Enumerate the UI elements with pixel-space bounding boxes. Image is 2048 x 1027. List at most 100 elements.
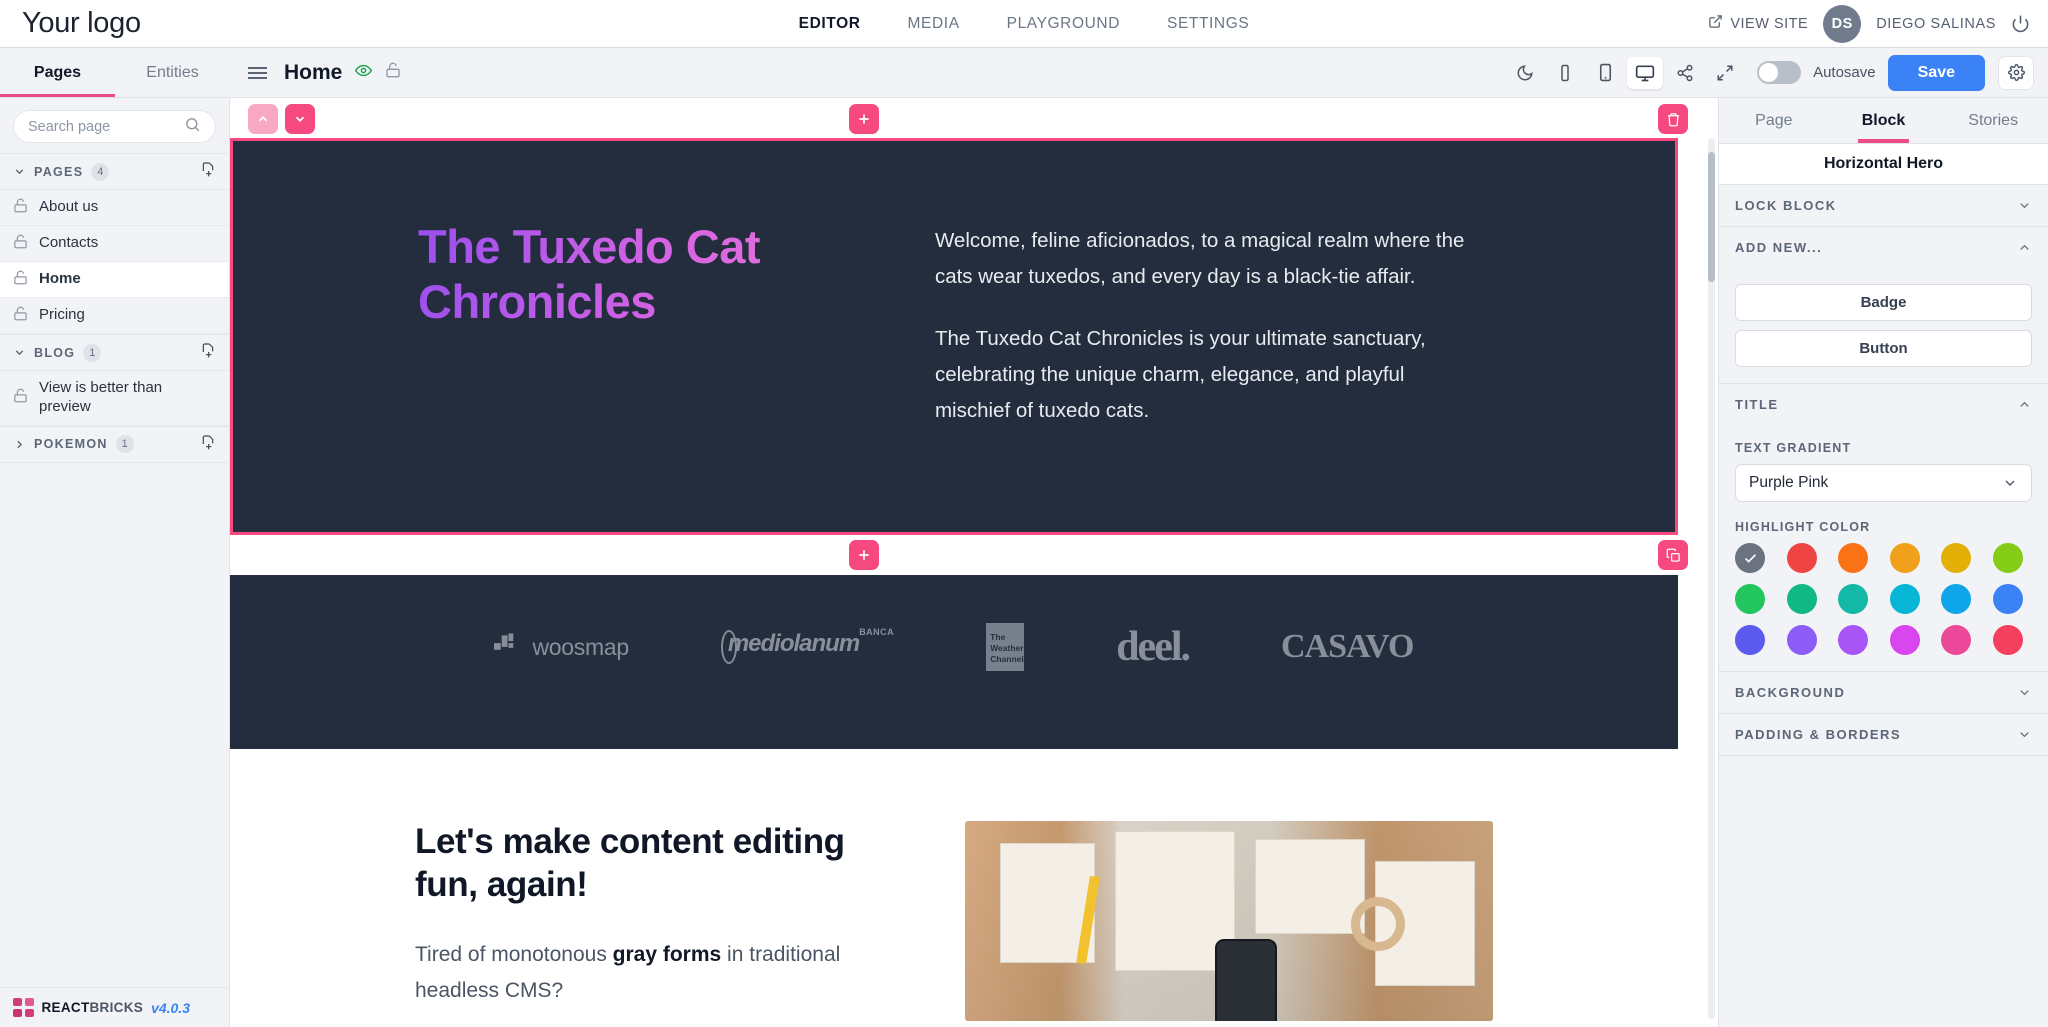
canvas-scroll-area: The Tuxedo Cat Chronicles Welcome, felin…	[230, 98, 1718, 1027]
hero-paragraph-2[interactable]: The Tuxedo Cat Chronicles is your ultima…	[935, 321, 1475, 429]
logos-row: woosmap mediolanum BANCA The Weather Cha…	[230, 623, 1678, 672]
color-swatch[interactable]	[1992, 543, 2023, 573]
hero-paragraph-1[interactable]: Welcome, feline aficionados, to a magica…	[935, 223, 1475, 295]
sidebar-item-pricing[interactable]: Pricing	[0, 298, 229, 334]
view-site-button[interactable]: VIEW SITE	[1708, 14, 1808, 33]
add-page-icon[interactable]	[200, 434, 216, 455]
unlock-icon	[13, 388, 28, 407]
color-swatch[interactable]	[1786, 543, 1817, 573]
highlight-color-swatches	[1735, 543, 2032, 655]
tab-page[interactable]: Page	[1719, 98, 1829, 143]
desktop-icon[interactable]	[1627, 56, 1664, 89]
add-page-icon[interactable]	[200, 161, 216, 182]
accordion-lock-block[interactable]: LOCK BLOCK	[1719, 185, 2048, 227]
sidebar-item-view-is-better-than-preview[interactable]: View is better than preview	[0, 371, 229, 426]
block-content-intro[interactable]: Let's make content editing fun, again! T…	[230, 749, 1678, 1022]
duplicate-block-button[interactable]	[1658, 540, 1688, 571]
color-swatch[interactable]	[1941, 543, 1971, 573]
color-swatch[interactable]	[1735, 625, 1765, 655]
nav-item-editor[interactable]: EDITOR	[799, 15, 861, 33]
accordion-add-new[interactable]: ADD NEW...	[1719, 227, 2048, 268]
content-left-column: Let's make content editing fun, again! T…	[415, 821, 905, 1021]
sidebar-item-label: Pricing	[39, 306, 85, 324]
move-block-down-button[interactable]	[285, 104, 315, 134]
color-swatch[interactable]	[1786, 625, 1817, 655]
move-block-up-button[interactable]	[248, 104, 278, 134]
selected-block-name: Horizontal Hero	[1719, 144, 2048, 185]
color-swatch[interactable]	[1838, 625, 1868, 655]
color-swatch[interactable]	[1941, 584, 1971, 614]
color-swatch[interactable]	[1992, 584, 2023, 614]
content-heading[interactable]: Let's make content editing fun, again!	[415, 821, 905, 906]
text-gradient-select[interactable]: Purple Pink	[1735, 464, 2032, 502]
add-button-button[interactable]: Button	[1735, 330, 2032, 367]
fullscreen-icon[interactable]	[1707, 57, 1743, 89]
avatar[interactable]: DS	[1823, 4, 1862, 43]
power-icon[interactable]	[2011, 14, 2030, 33]
unlock-icon[interactable]	[385, 62, 401, 83]
sidebar-item-contacts[interactable]: Contacts	[0, 226, 229, 262]
gear-icon[interactable]	[1998, 55, 2034, 90]
nav-item-media[interactable]: MEDIA	[908, 15, 960, 33]
search-box[interactable]	[13, 110, 216, 143]
autosave-toggle[interactable]	[1757, 61, 1802, 84]
canvas-scrollbar[interactable]	[1708, 138, 1715, 1019]
color-swatch[interactable]	[1992, 625, 2023, 655]
add-block-button-top[interactable]	[849, 104, 879, 134]
search-icon	[184, 116, 201, 138]
accordion-title-padding-borders: PADDING & BORDERS	[1735, 727, 1902, 742]
group-header-pokemon[interactable]: POKEMON 1	[0, 425, 229, 463]
group-header-blog[interactable]: BLOG 1	[0, 334, 229, 371]
tab-entities[interactable]: Entities	[115, 48, 230, 97]
app-body: PAGES 4 About us Contacts Home Pricing	[0, 98, 2048, 1027]
hero-title[interactable]: The Tuxedo Cat Chronicles	[418, 219, 899, 330]
mobile-icon[interactable]	[1547, 57, 1583, 89]
accordion-padding-borders[interactable]: PADDING & BORDERS	[1719, 714, 2048, 756]
username-label: DIEGO SALINAS	[1876, 15, 1996, 32]
group-header-pages[interactable]: PAGES 4	[0, 153, 229, 190]
chevron-up-icon	[2017, 240, 2032, 255]
tab-block[interactable]: Block	[1829, 98, 1939, 143]
chevron-down-icon	[13, 346, 26, 359]
content-image[interactable]	[965, 821, 1493, 1022]
delete-block-button[interactable]	[1658, 104, 1688, 134]
version-label: v4.0.3	[151, 999, 190, 1016]
accordion-background[interactable]: BACKGROUND	[1719, 672, 2048, 714]
search-input[interactable]	[28, 118, 184, 135]
tab-stories[interactable]: Stories	[1938, 98, 2048, 143]
editor-canvas[interactable]: The Tuxedo Cat Chronicles Welcome, felin…	[230, 98, 1718, 1027]
tablet-icon[interactable]	[1587, 57, 1623, 89]
nav-item-settings[interactable]: SETTINGS	[1167, 15, 1249, 33]
accordion-title[interactable]: TITLE	[1719, 384, 2048, 425]
editor-toolbar: Pages Entities Home Autosave Save	[0, 48, 2048, 98]
color-swatch[interactable]	[1838, 584, 1868, 614]
add-page-icon[interactable]	[200, 342, 216, 363]
group-count-blog: 1	[83, 343, 102, 362]
color-swatch[interactable]	[1889, 543, 1920, 573]
color-swatch[interactable]	[1889, 625, 1920, 655]
dark-mode-icon[interactable]	[1507, 57, 1543, 89]
color-swatch[interactable]	[1735, 584, 1765, 614]
hamburger-icon[interactable]	[244, 63, 271, 83]
sidebar-item-about-us[interactable]: About us	[0, 190, 229, 226]
tab-pages[interactable]: Pages	[0, 48, 115, 97]
nav-item-playground[interactable]: PLAYGROUND	[1007, 15, 1120, 33]
block-horizontal-hero[interactable]: The Tuxedo Cat Chronicles Welcome, felin…	[230, 138, 1678, 536]
toolbar-left: Home	[230, 48, 1507, 97]
color-swatch[interactable]	[1941, 625, 1971, 655]
canvas-scrollbar-thumb[interactable]	[1708, 152, 1715, 282]
add-block-button-middle[interactable]	[849, 540, 879, 571]
color-swatch[interactable]	[1838, 543, 1868, 573]
content-paragraph[interactable]: Tired of monotonous gray forms in tradit…	[415, 937, 905, 1009]
save-button[interactable]: Save	[1887, 54, 1985, 91]
color-swatch[interactable]	[1889, 584, 1920, 614]
chevron-down-icon	[2002, 475, 2018, 491]
color-swatch[interactable]	[1786, 584, 1817, 614]
sidebar-item-label: Home	[39, 270, 81, 288]
eye-icon[interactable]	[355, 62, 373, 84]
sidebar-item-home[interactable]: Home	[0, 262, 229, 298]
color-swatch-selected[interactable]	[1735, 543, 1765, 573]
add-badge-button[interactable]: Badge	[1735, 284, 2032, 321]
share-icon[interactable]	[1667, 57, 1703, 89]
reactbricks-logo-icon	[13, 998, 34, 1017]
